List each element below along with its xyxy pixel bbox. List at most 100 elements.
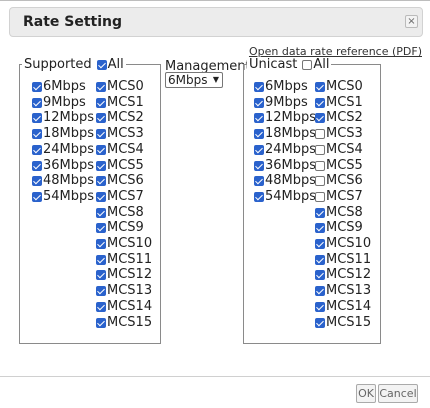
- unicast-legacy-rate-item[interactable]: 12Mbps: [254, 110, 316, 126]
- supported-mcs-rate-checkbox[interactable]: [96, 129, 106, 140]
- supported-mcs-rate-label[interactable]: MCS10: [107, 236, 152, 252]
- supported-mcs-rate-label[interactable]: MCS8: [107, 205, 144, 221]
- unicast-legacy-rate-item[interactable]: 54Mbps: [254, 189, 316, 205]
- unicast-mcs-rate-label[interactable]: MCS11: [326, 252, 371, 268]
- unicast-mcs-rate-item[interactable]: MCS12: [315, 267, 371, 283]
- unicast-mcs-rate-item[interactable]: MCS7: [315, 189, 363, 205]
- supported-mcs-rate-checkbox[interactable]: [96, 176, 106, 187]
- unicast-mcs-rate-checkbox[interactable]: [315, 129, 325, 140]
- unicast-legacy-rate-label[interactable]: 54Mbps: [265, 189, 316, 205]
- unicast-mcs-rate-label[interactable]: MCS0: [326, 79, 363, 95]
- supported-legacy-rate-label[interactable]: 48Mbps: [43, 173, 94, 189]
- supported-mcs-rate-label[interactable]: MCS6: [107, 173, 144, 189]
- supported-mcs-rate-item[interactable]: MCS14: [96, 299, 152, 315]
- supported-mcs-rate-item[interactable]: MCS5: [96, 158, 144, 174]
- supported-legacy-rate-label[interactable]: 36Mbps: [43, 158, 94, 174]
- supported-mcs-rate-label[interactable]: MCS5: [107, 158, 144, 174]
- supported-legacy-rate-checkbox[interactable]: [32, 97, 42, 108]
- unicast-mcs-rate-checkbox[interactable]: [315, 286, 325, 297]
- supported-legacy-rate-item[interactable]: 12Mbps: [32, 110, 94, 126]
- unicast-legacy-rate-checkbox[interactable]: [254, 82, 264, 92]
- supported-mcs-rate-item[interactable]: MCS9: [96, 220, 144, 236]
- unicast-mcs-rate-label[interactable]: MCS12: [326, 267, 371, 283]
- unicast-mcs-rate-label[interactable]: MCS14: [326, 299, 371, 315]
- supported-mcs-rate-item[interactable]: MCS13: [96, 283, 152, 299]
- supported-mcs-rate-checkbox[interactable]: [96, 254, 106, 265]
- supported-legacy-rate-label[interactable]: 6Mbps: [43, 79, 86, 95]
- unicast-legacy-rate-item[interactable]: 6Mbps: [254, 79, 308, 95]
- unicast-legacy-rate-checkbox[interactable]: [254, 191, 264, 202]
- supported-mcs-rate-item[interactable]: MCS7: [96, 189, 144, 205]
- unicast-mcs-rate-label[interactable]: MCS9: [326, 220, 363, 236]
- supported-mcs-rate-checkbox[interactable]: [96, 317, 106, 328]
- unicast-mcs-rate-label[interactable]: MCS10: [326, 236, 371, 252]
- supported-legacy-rate-label[interactable]: 9Mbps: [43, 95, 86, 111]
- unicast-mcs-rate-item[interactable]: MCS1: [315, 95, 363, 111]
- unicast-mcs-rate-label[interactable]: MCS4: [326, 142, 363, 158]
- ok-button[interactable]: OK: [356, 384, 376, 403]
- supported-mcs-rate-label[interactable]: MCS7: [107, 189, 144, 205]
- supported-legacy-rate-checkbox[interactable]: [32, 176, 42, 187]
- supported-all-checkbox[interactable]: [96, 60, 107, 70]
- supported-mcs-rate-item[interactable]: MCS2: [96, 110, 144, 126]
- supported-mcs-rate-checkbox[interactable]: [96, 223, 106, 234]
- unicast-legacy-rate-checkbox[interactable]: [254, 176, 264, 187]
- unicast-mcs-rate-checkbox[interactable]: [315, 317, 325, 328]
- supported-mcs-rate-item[interactable]: MCS10: [96, 236, 152, 252]
- supported-legacy-rate-item[interactable]: 9Mbps: [32, 95, 86, 111]
- supported-legacy-rate-item[interactable]: 36Mbps: [32, 158, 94, 174]
- cancel-button[interactable]: Cancel: [378, 384, 418, 403]
- supported-legacy-rate-label[interactable]: 24Mbps: [43, 142, 94, 158]
- supported-legacy-rate-item[interactable]: 18Mbps: [32, 126, 94, 142]
- unicast-mcs-rate-item[interactable]: MCS11: [315, 252, 371, 268]
- unicast-legacy-rate-item[interactable]: 48Mbps: [254, 173, 316, 189]
- unicast-mcs-rate-checkbox[interactable]: [315, 176, 325, 187]
- unicast-legacy-rate-checkbox[interactable]: [254, 113, 264, 124]
- supported-legacy-rate-checkbox[interactable]: [32, 129, 42, 140]
- unicast-mcs-rate-checkbox[interactable]: [315, 239, 325, 249]
- supported-mcs-rate-label[interactable]: MCS11: [107, 252, 152, 268]
- supported-mcs-rate-checkbox[interactable]: [96, 113, 106, 124]
- supported-mcs-rate-item[interactable]: MCS6: [96, 173, 144, 189]
- unicast-mcs-rate-item[interactable]: MCS4: [315, 142, 363, 158]
- unicast-legacy-rate-checkbox[interactable]: [254, 97, 264, 108]
- unicast-mcs-rate-item[interactable]: MCS3: [315, 126, 363, 142]
- supported-mcs-rate-checkbox[interactable]: [96, 160, 106, 171]
- supported-legacy-rate-label[interactable]: 54Mbps: [43, 189, 94, 205]
- supported-mcs-rate-item[interactable]: MCS3: [96, 126, 144, 142]
- unicast-mcs-rate-label[interactable]: MCS13: [326, 283, 371, 299]
- unicast-mcs-rate-label[interactable]: MCS5: [326, 158, 363, 174]
- unicast-legacy-rate-checkbox[interactable]: [254, 160, 264, 171]
- supported-legacy-rate-item[interactable]: 6Mbps: [32, 79, 86, 95]
- supported-legacy-rate-item[interactable]: 54Mbps: [32, 189, 94, 205]
- supported-mcs-rate-label[interactable]: MCS14: [107, 299, 152, 315]
- supported-mcs-rate-label[interactable]: MCS3: [107, 126, 144, 142]
- supported-mcs-rate-checkbox[interactable]: [96, 239, 106, 249]
- supported-legacy-rate-label[interactable]: 12Mbps: [43, 110, 94, 126]
- unicast-all-label[interactable]: All: [313, 57, 329, 73]
- unicast-legacy-rate-item[interactable]: 18Mbps: [254, 126, 316, 142]
- supported-mcs-rate-label[interactable]: MCS13: [107, 283, 152, 299]
- supported-legacy-rate-checkbox[interactable]: [32, 191, 42, 202]
- unicast-mcs-rate-item[interactable]: MCS8: [315, 205, 363, 221]
- supported-mcs-rate-item[interactable]: MCS12: [96, 267, 152, 283]
- supported-mcs-rate-checkbox[interactable]: [96, 144, 106, 155]
- supported-mcs-rate-checkbox[interactable]: [96, 301, 106, 312]
- supported-legacy-rate-item[interactable]: 48Mbps: [32, 173, 94, 189]
- unicast-mcs-rate-item[interactable]: MCS2: [315, 110, 363, 126]
- supported-legacy-rate-checkbox[interactable]: [32, 113, 42, 124]
- supported-mcs-rate-checkbox[interactable]: [96, 82, 106, 92]
- supported-mcs-rate-label[interactable]: MCS0: [107, 79, 144, 95]
- unicast-mcs-rate-label[interactable]: MCS2: [326, 110, 363, 126]
- unicast-mcs-rate-checkbox[interactable]: [315, 270, 325, 281]
- supported-mcs-rate-item[interactable]: MCS11: [96, 252, 152, 268]
- supported-mcs-rate-label[interactable]: MCS12: [107, 267, 152, 283]
- unicast-legacy-rate-checkbox[interactable]: [254, 144, 264, 155]
- unicast-mcs-rate-label[interactable]: MCS7: [326, 189, 363, 205]
- unicast-mcs-rate-label[interactable]: MCS6: [326, 173, 363, 189]
- unicast-mcs-rate-item[interactable]: MCS13: [315, 283, 371, 299]
- unicast-legacy-rate-checkbox[interactable]: [254, 129, 264, 140]
- supported-mcs-rate-label[interactable]: MCS4: [107, 142, 144, 158]
- unicast-mcs-rate-item[interactable]: MCS14: [315, 299, 371, 315]
- unicast-mcs-rate-checkbox[interactable]: [315, 301, 325, 312]
